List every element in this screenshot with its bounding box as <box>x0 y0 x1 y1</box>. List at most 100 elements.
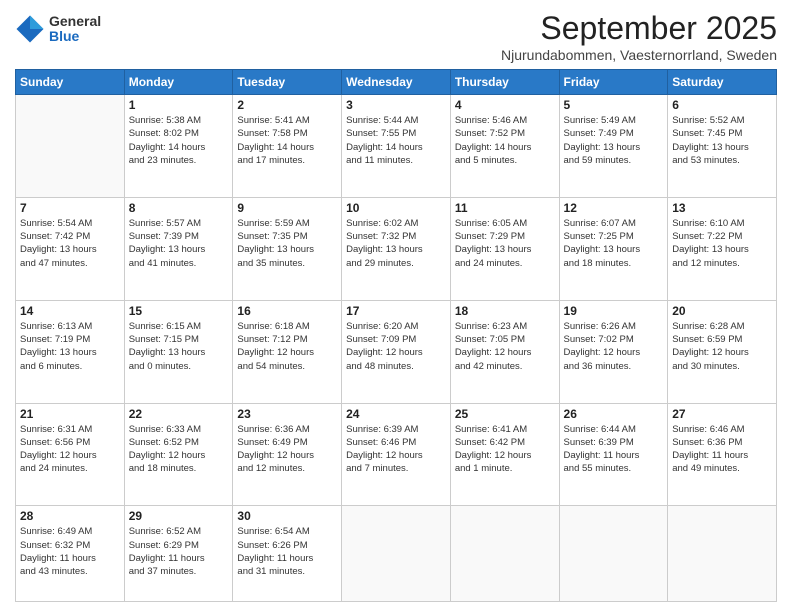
day-number: 9 <box>237 201 337 215</box>
day-header-wednesday: Wednesday <box>342 70 451 95</box>
day-cell <box>668 506 777 602</box>
calendar-table: SundayMondayTuesdayWednesdayThursdayFrid… <box>15 69 777 602</box>
day-info: Sunrise: 6:20 AM Sunset: 7:09 PM Dayligh… <box>346 320 446 373</box>
day-number: 25 <box>455 407 555 421</box>
day-info: Sunrise: 5:44 AM Sunset: 7:55 PM Dayligh… <box>346 114 446 167</box>
day-info: Sunrise: 6:36 AM Sunset: 6:49 PM Dayligh… <box>237 423 337 476</box>
days-header-row: SundayMondayTuesdayWednesdayThursdayFrid… <box>16 70 777 95</box>
day-cell: 14 Sunrise: 6:13 AM Sunset: 7:19 PM Dayli… <box>16 300 125 403</box>
day-info: Sunrise: 6:10 AM Sunset: 7:22 PM Dayligh… <box>672 217 772 270</box>
logo-text: General Blue <box>49 14 101 45</box>
logo-general: General <box>49 14 101 29</box>
day-number: 18 <box>455 304 555 318</box>
day-info: Sunrise: 5:49 AM Sunset: 7:49 PM Dayligh… <box>564 114 664 167</box>
day-number: 30 <box>237 509 337 523</box>
day-info: Sunrise: 6:02 AM Sunset: 7:32 PM Dayligh… <box>346 217 446 270</box>
day-cell: 15Sunrise: 6:15 AM Sunset: 7:15 PM Dayli… <box>124 300 233 403</box>
week-row-3: 14 Sunrise: 6:13 AM Sunset: 7:19 PM Dayli… <box>16 300 777 403</box>
day-number: 6 <box>672 98 772 112</box>
day-info: Sunrise: 6:52 AM Sunset: 6:29 PM Dayligh… <box>129 525 229 578</box>
day-info: Sunrise: 5:52 AM Sunset: 7:45 PM Dayligh… <box>672 114 772 167</box>
day-cell: 2Sunrise: 5:41 AM Sunset: 7:58 PM Daylig… <box>233 95 342 198</box>
day-cell: 1 Sunrise: 5:38 AM Sunset: 8:02 PM Daylig… <box>124 95 233 198</box>
day-info: Sunrise: 5:38 AM Sunset: 8:02 PM Dayligh… <box>129 114 229 167</box>
day-number: 10 <box>346 201 446 215</box>
main-title: September 2025 <box>501 10 777 47</box>
day-cell: 21 Sunrise: 6:31 AM Sunset: 6:56 PM Dayli… <box>16 403 125 506</box>
week-row-2: 7 Sunrise: 5:54 AM Sunset: 7:42 PM Daylig… <box>16 197 777 300</box>
day-info: Sunrise: 6:31 AM Sunset: 6:56 PM Dayligh… <box>20 423 120 476</box>
subtitle: Njurundabommen, Vaesternorrland, Sweden <box>501 47 777 63</box>
day-number: 1 <box>129 98 229 112</box>
day-number: 29 <box>129 509 229 523</box>
day-cell: 20 Sunrise: 6:28 AM Sunset: 6:59 PM Dayli… <box>668 300 777 403</box>
day-number: 3 <box>346 98 446 112</box>
day-header-monday: Monday <box>124 70 233 95</box>
day-cell: 23 Sunrise: 6:36 AM Sunset: 6:49 PM Dayli… <box>233 403 342 506</box>
day-number: 20 <box>672 304 772 318</box>
day-number: 14 <box>20 304 120 318</box>
day-info: Sunrise: 6:39 AM Sunset: 6:46 PM Dayligh… <box>346 423 446 476</box>
day-cell: 24 Sunrise: 6:39 AM Sunset: 6:46 PM Dayli… <box>342 403 451 506</box>
day-info: Sunrise: 6:54 AM Sunset: 6:26 PM Dayligh… <box>237 525 337 578</box>
logo: General Blue <box>15 14 101 45</box>
day-header-saturday: Saturday <box>668 70 777 95</box>
day-info: Sunrise: 6:18 AM Sunset: 7:12 PM Dayligh… <box>237 320 337 373</box>
logo-blue: Blue <box>49 29 101 44</box>
day-cell: 25 Sunrise: 6:41 AM Sunset: 6:42 PM Dayli… <box>450 403 559 506</box>
day-cell: 13 Sunrise: 6:10 AM Sunset: 7:22 PM Dayli… <box>668 197 777 300</box>
day-info: Sunrise: 6:23 AM Sunset: 7:05 PM Dayligh… <box>455 320 555 373</box>
day-number: 26 <box>564 407 664 421</box>
page: General Blue September 2025 Njurundabomm… <box>0 0 792 612</box>
day-info: Sunrise: 6:41 AM Sunset: 6:42 PM Dayligh… <box>455 423 555 476</box>
day-cell: 19 Sunrise: 6:26 AM Sunset: 7:02 PM Dayli… <box>559 300 668 403</box>
header: General Blue September 2025 Njurundabomm… <box>15 10 777 63</box>
day-cell <box>559 506 668 602</box>
day-number: 27 <box>672 407 772 421</box>
day-cell <box>16 95 125 198</box>
week-row-4: 21 Sunrise: 6:31 AM Sunset: 6:56 PM Dayli… <box>16 403 777 506</box>
day-info: Sunrise: 6:15 AM Sunset: 7:15 PM Dayligh… <box>129 320 229 373</box>
day-header-sunday: Sunday <box>16 70 125 95</box>
day-cell: 9Sunrise: 5:59 AM Sunset: 7:35 PM Daylig… <box>233 197 342 300</box>
day-number: 12 <box>564 201 664 215</box>
day-number: 16 <box>237 304 337 318</box>
day-cell: 28Sunrise: 6:49 AM Sunset: 6:32 PM Dayli… <box>16 506 125 602</box>
day-cell: 12 Sunrise: 6:07 AM Sunset: 7:25 PM Dayli… <box>559 197 668 300</box>
day-info: Sunrise: 5:57 AM Sunset: 7:39 PM Dayligh… <box>129 217 229 270</box>
day-cell <box>450 506 559 602</box>
logo-icon <box>15 14 45 44</box>
day-header-thursday: Thursday <box>450 70 559 95</box>
day-cell: 7 Sunrise: 5:54 AM Sunset: 7:42 PM Daylig… <box>16 197 125 300</box>
day-cell: 22Sunrise: 6:33 AM Sunset: 6:52 PM Dayli… <box>124 403 233 506</box>
day-cell: 27Sunrise: 6:46 AM Sunset: 6:36 PM Dayli… <box>668 403 777 506</box>
day-info: Sunrise: 6:44 AM Sunset: 6:39 PM Dayligh… <box>564 423 664 476</box>
day-cell: 29 Sunrise: 6:52 AM Sunset: 6:29 PM Dayli… <box>124 506 233 602</box>
day-number: 17 <box>346 304 446 318</box>
day-cell: 8 Sunrise: 5:57 AM Sunset: 7:39 PM Daylig… <box>124 197 233 300</box>
day-number: 21 <box>20 407 120 421</box>
day-header-tuesday: Tuesday <box>233 70 342 95</box>
day-number: 7 <box>20 201 120 215</box>
day-number: 28 <box>20 509 120 523</box>
day-info: Sunrise: 6:28 AM Sunset: 6:59 PM Dayligh… <box>672 320 772 373</box>
day-number: 11 <box>455 201 555 215</box>
day-cell: 17 Sunrise: 6:20 AM Sunset: 7:09 PM Dayli… <box>342 300 451 403</box>
day-info: Sunrise: 5:54 AM Sunset: 7:42 PM Dayligh… <box>20 217 120 270</box>
day-cell: 30 Sunrise: 6:54 AM Sunset: 6:26 PM Dayli… <box>233 506 342 602</box>
day-cell: 3 Sunrise: 5:44 AM Sunset: 7:55 PM Daylig… <box>342 95 451 198</box>
week-row-5: 28Sunrise: 6:49 AM Sunset: 6:32 PM Dayli… <box>16 506 777 602</box>
day-info: Sunrise: 6:26 AM Sunset: 7:02 PM Dayligh… <box>564 320 664 373</box>
day-number: 5 <box>564 98 664 112</box>
day-number: 13 <box>672 201 772 215</box>
day-header-friday: Friday <box>559 70 668 95</box>
day-info: Sunrise: 6:07 AM Sunset: 7:25 PM Dayligh… <box>564 217 664 270</box>
day-info: Sunrise: 6:13 AM Sunset: 7:19 PM Dayligh… <box>20 320 120 373</box>
day-info: Sunrise: 6:33 AM Sunset: 6:52 PM Dayligh… <box>129 423 229 476</box>
day-info: Sunrise: 5:46 AM Sunset: 7:52 PM Dayligh… <box>455 114 555 167</box>
day-number: 24 <box>346 407 446 421</box>
day-number: 23 <box>237 407 337 421</box>
day-number: 19 <box>564 304 664 318</box>
day-number: 8 <box>129 201 229 215</box>
day-info: Sunrise: 6:05 AM Sunset: 7:29 PM Dayligh… <box>455 217 555 270</box>
